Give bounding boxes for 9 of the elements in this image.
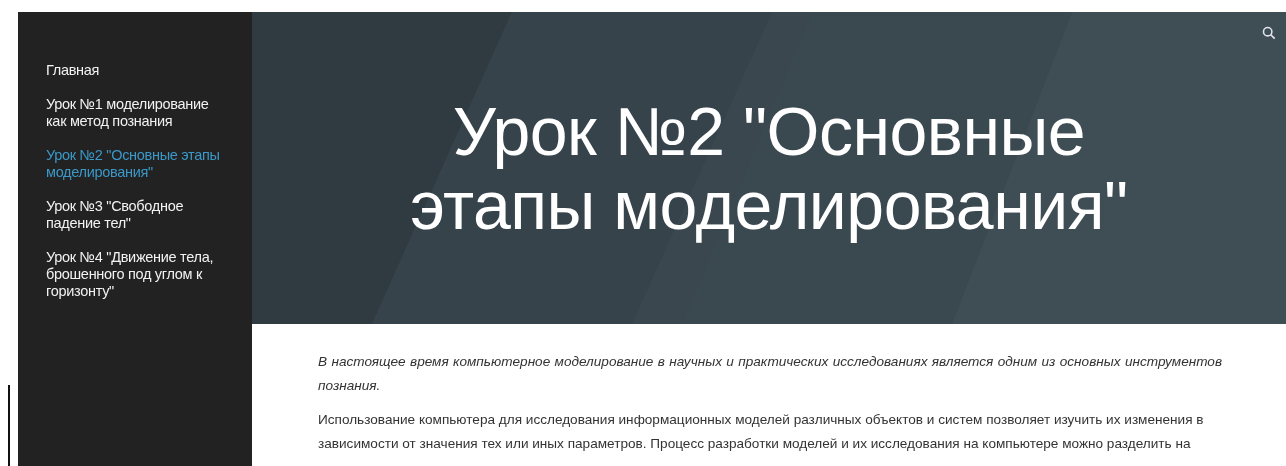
body-paragraph: Использование компьютера для исследования информационных моделей различных объектов и систем позволяет изучить их изменения в зависимости от значения тех или иных параметров. Процесс разработки моделей и их исследования на компьютере можно разделить на [318, 411, 1205, 453]
intro-paragraph: В настоящее время компьютерное моделирование в научных и практических исследованиях является одним из основных инструментов познания. [318, 353, 1222, 395]
nav-link[interactable]: Урок №2 "Основные этапы моделирования" [46, 147, 232, 181]
nav-link[interactable]: Главная [46, 62, 232, 79]
page-title: Урок №2 "Основные этапы моделирования" [409, 94, 1129, 242]
search-icon[interactable] [1262, 26, 1276, 40]
nav-link[interactable]: Урок №4 "Движение тела, брошенного под углом к горизонту" [46, 249, 232, 300]
nav-link[interactable]: Урок №1 моделирование как метод познания [46, 96, 232, 130]
nav-link[interactable]: Урок №3 "Свободное падение тел" [46, 198, 232, 232]
